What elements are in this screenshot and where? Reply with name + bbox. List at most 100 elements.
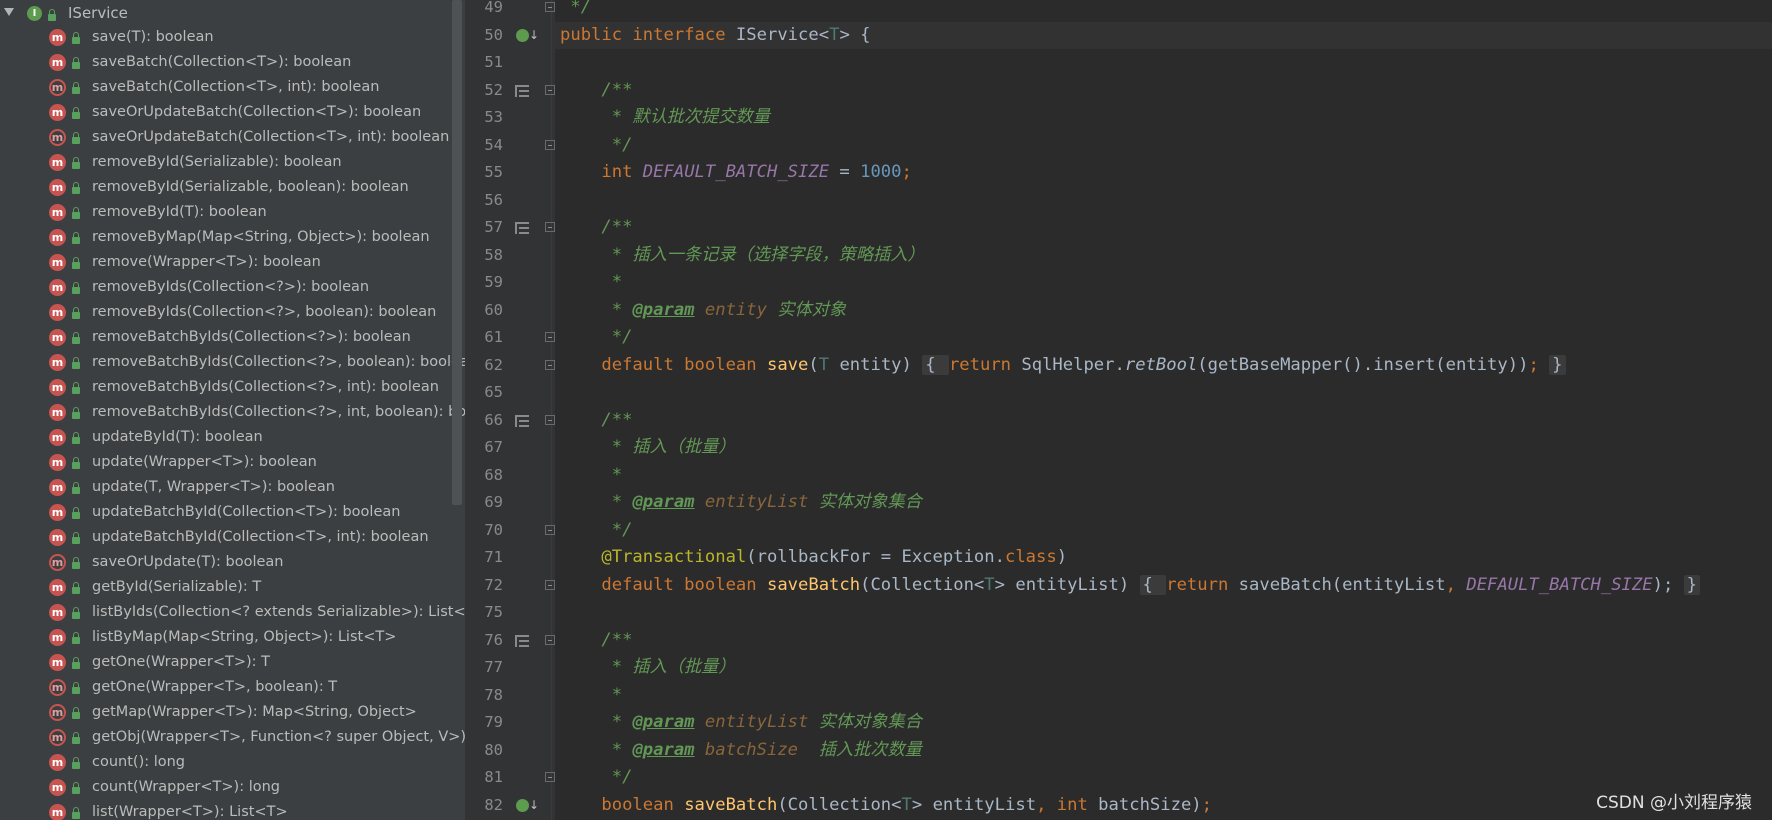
folded-block[interactable]: { (1139, 574, 1167, 595)
code-line[interactable]: 65 (0, 379, 1772, 406)
folded-block[interactable]: } (1683, 574, 1701, 595)
code-line[interactable]: 79 * @param entityList 实体对象集合 (0, 709, 1772, 736)
implemented-icon[interactable] (516, 798, 529, 812)
code-line[interactable]: 72 default boolean saveBatch(Collection<… (0, 572, 1772, 599)
fold-toggle-icon[interactable] (545, 222, 555, 232)
fold-toggle-icon[interactable] (545, 579, 555, 590)
code-text: default boolean save(T entity) { return … (560, 352, 1566, 379)
code-line[interactable]: 71 @Transactional(rollbackFor = Exceptio… (0, 544, 1772, 571)
line-number: 59 (484, 273, 503, 291)
code-token: return (948, 354, 1022, 375)
code-line[interactable]: 56 (0, 187, 1772, 214)
code-token: @param (632, 299, 695, 320)
down-arrow-icon: ↓ (529, 797, 540, 812)
fold-toggle-icon[interactable] (545, 139, 555, 150)
code-text: * (560, 682, 622, 709)
code-line[interactable]: 81 */ (0, 764, 1772, 791)
line-number: 49 (484, 0, 503, 16)
line-number: 56 (484, 190, 503, 209)
fold-toggle-icon[interactable] (545, 84, 555, 95)
fold-toggle-icon[interactable] (545, 359, 555, 370)
code-line[interactable]: 67 * 插入（批量） (0, 434, 1772, 461)
code-line[interactable]: 70 */ (0, 517, 1772, 544)
code-line[interactable]: 57 /** (0, 214, 1772, 241)
code-line[interactable]: 69 * @param entityList 实体对象集合 (0, 489, 1772, 516)
fold-toggle-icon[interactable] (545, 772, 555, 782)
code-token: return (1166, 574, 1239, 595)
implemented-icon[interactable] (516, 28, 529, 42)
code-line[interactable]: 58 * 插入一条记录（选择字段，策略插入） (0, 242, 1772, 269)
code-line[interactable]: 66 /** (0, 407, 1772, 434)
code-line[interactable]: 82 ↓ boolean saveBatch(Collection<T> enti… (0, 792, 1772, 819)
code-token: class (1004, 547, 1057, 567)
code-text: */ (560, 132, 633, 159)
fold-toggle-icon[interactable] (545, 634, 555, 645)
line-number: 67 (484, 438, 503, 456)
toggle-rendered-doc-icon[interactable] (515, 634, 529, 647)
code-token: SqlHelper. (1021, 354, 1125, 375)
code-text: * @param entity 实体对象 (560, 297, 846, 324)
fold-toggle-icon[interactable] (545, 2, 555, 12)
line-number: 54 (484, 135, 503, 154)
code-token: ); (1652, 574, 1684, 595)
fold-toggle-icon[interactable] (545, 414, 555, 425)
code-token: T (984, 574, 995, 595)
code-token: batchSize) (1098, 794, 1202, 815)
code-token: */ (560, 519, 633, 540)
code-line[interactable]: 75 (0, 599, 1772, 626)
code-line[interactable]: 80 * @param batchSize 插入批次数量 (0, 737, 1772, 764)
code-token: T (818, 354, 830, 375)
line-number: 82 (484, 795, 503, 814)
code-line[interactable]: 61 */ (0, 324, 1772, 351)
code-token: , (1036, 794, 1057, 815)
code-line[interactable]: 76 /** (0, 627, 1772, 654)
code-token: 插入批次数量 (798, 739, 922, 760)
code-text: @Transactional(rollbackFor = Exception.c… (560, 544, 1067, 571)
code-line[interactable]: 50 ↓ public interface IService<T> { (484, 21, 1772, 49)
line-number: 68 (484, 465, 503, 484)
folded-block[interactable]: } (1549, 354, 1566, 375)
code-token: default boolean (560, 574, 767, 595)
code-token: entity (704, 299, 767, 320)
fold-toggle-icon[interactable] (545, 332, 555, 342)
code-line[interactable]: 51 (0, 49, 1772, 76)
code-token: ( (808, 354, 819, 375)
toggle-rendered-doc-icon[interactable] (515, 414, 529, 427)
toggle-rendered-doc-icon[interactable] (515, 84, 529, 97)
toggle-rendered-doc-icon[interactable] (515, 222, 529, 234)
code-line[interactable]: 59 * (0, 269, 1772, 296)
code-line[interactable]: 77 * 插入（批量） (0, 654, 1772, 681)
code-line[interactable]: 54 */ (0, 132, 1772, 159)
code-line[interactable]: 62 default boolean save(T entity) { retu… (0, 352, 1772, 379)
code-line[interactable]: 78 * (0, 682, 1772, 709)
code-line[interactable]: 49 */ (0, 0, 1772, 21)
folded-block[interactable]: { (922, 354, 949, 375)
code-line[interactable]: 55 int DEFAULT_BATCH_SIZE = 1000; (0, 159, 1772, 186)
line-number: 57 (484, 218, 503, 236)
line-number: 77 (484, 658, 503, 676)
code-token: T (829, 24, 840, 45)
code-token: DEFAULT_BATCH_SIZE (1466, 574, 1653, 595)
fold-toggle-icon[interactable] (545, 524, 555, 535)
line-number: 76 (484, 630, 503, 649)
code-token: public interface (560, 24, 736, 45)
line-number: 60 (484, 300, 503, 319)
line-number: 65 (484, 383, 503, 401)
code-line[interactable]: 52 /** (0, 77, 1772, 104)
code-token: * (560, 272, 623, 292)
code-token: @param (632, 739, 695, 760)
code-line[interactable]: 53 * 默认批次提交数量 (0, 104, 1772, 131)
code-text: * @param entityList 实体对象集合 (560, 489, 922, 516)
code-token: int (560, 162, 643, 182)
code-token: /** (560, 217, 633, 237)
code-token: saveBatch(entityList (1238, 574, 1446, 595)
code-token: 实体对象集合 (808, 492, 922, 512)
line-number: 58 (484, 245, 503, 264)
code-line[interactable]: 68 * (0, 462, 1772, 489)
line-number: 51 (484, 53, 503, 71)
line-number: 53 (484, 108, 503, 126)
code-line[interactable]: 60 * @param entity 实体对象 (0, 297, 1772, 324)
code-token: T (901, 794, 912, 815)
